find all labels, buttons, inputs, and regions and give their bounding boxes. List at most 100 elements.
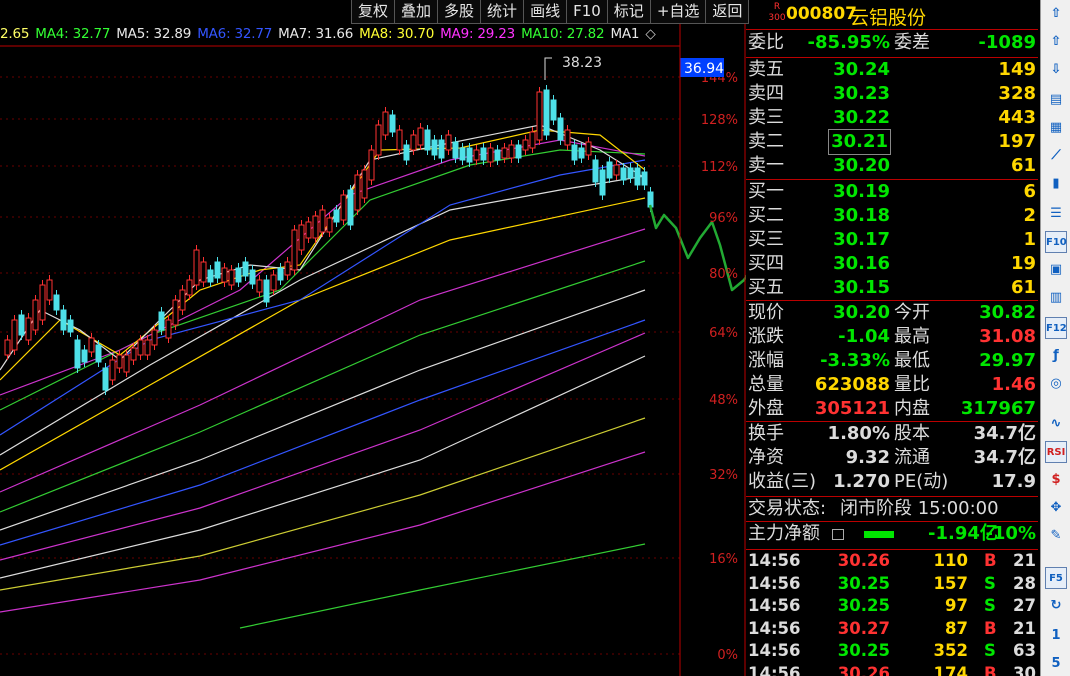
side-tool-RSI-icon[interactable]: RSI	[1045, 441, 1067, 463]
high-label: 38.23	[562, 55, 602, 71]
candle-body	[165, 319, 172, 339]
candle-body	[396, 129, 403, 151]
side-tool-fx-icon[interactable]: ƒ	[1045, 345, 1067, 367]
fund-value: 17.9	[991, 471, 1036, 492]
stock-code[interactable]: 000807	[786, 4, 857, 24]
candle-body	[417, 127, 424, 146]
tick-row: 14:56 30.25 157 S 28	[746, 573, 1038, 596]
toolbar-button-1[interactable]: 叠加	[394, 0, 438, 24]
toolbar-button-7[interactable]: +自选	[649, 0, 706, 24]
side-tool-up-outline-icon[interactable]: ⇧	[1045, 31, 1067, 53]
quote-label: 今开	[894, 302, 930, 323]
tick-count: 21	[1013, 618, 1036, 638]
ma-settings-icon[interactable]: ◇	[645, 26, 655, 42]
side-tool-move-icon[interactable]: ✥	[1045, 497, 1067, 519]
side-tool-refresh-icon[interactable]: ◎	[1045, 373, 1067, 395]
quote-label: 涨跌	[748, 326, 784, 347]
list-icon[interactable]	[832, 529, 844, 540]
side-tool-calendar-icon[interactable]: ▥	[1045, 287, 1067, 309]
toolbar-button-8[interactable]: 返回	[705, 0, 750, 24]
candle-body	[67, 319, 74, 333]
kline-chart[interactable]: 144%128%112%96%80%64%48%32%16%0% 36.94 3…	[0, 0, 746, 676]
quote-label: 现价	[748, 302, 784, 323]
side-tool-F5-icon[interactable]: F5	[1045, 567, 1067, 589]
mainflow-bar	[864, 531, 894, 538]
candle-body	[102, 367, 109, 391]
fund-label: 净资	[748, 447, 784, 468]
axis-label: 0%	[717, 648, 738, 663]
toolbar-button-2[interactable]: 多股	[437, 0, 481, 24]
side-tool-grid-icon[interactable]: ▦	[1045, 117, 1067, 139]
side-tool-line-chart-icon[interactable]: ⟋	[1045, 145, 1067, 167]
fund-label: 股本	[894, 423, 930, 444]
candle-body	[326, 217, 333, 233]
ask-volume: 443	[998, 107, 1036, 128]
ask-row: 卖五 30.24 149	[746, 58, 1038, 82]
bid-volume: 1	[1023, 229, 1036, 250]
candle-body	[529, 131, 536, 149]
ma-line	[239, 543, 646, 629]
candle-body	[39, 284, 46, 321]
tick-side: S	[984, 573, 996, 593]
bid-volume: 6	[1023, 181, 1036, 202]
side-tool-sync-icon[interactable]: ↻	[1045, 595, 1067, 617]
ma-legend: 2.65 MA4: 32.77 MA5: 32.89 MA6: 32.77 MA7: 3…	[0, 26, 662, 46]
side-tool-wave-icon[interactable]: ∿	[1045, 413, 1067, 435]
candle-body	[277, 267, 284, 281]
bid-label: 买一	[748, 181, 784, 202]
candle-body	[361, 169, 368, 199]
axis-label: 112%	[701, 160, 738, 175]
side-tool-up-arrow-icon[interactable]: ⇧	[1045, 3, 1067, 25]
candle-body	[536, 91, 543, 141]
candle-body	[291, 229, 298, 271]
ma-line	[0, 197, 646, 471]
candle-body	[25, 317, 32, 341]
tick-time: 14:56	[748, 663, 801, 676]
quote-label: 涨幅	[748, 350, 784, 371]
status-row: 交易状态: 闭市阶段 15:00:00	[748, 498, 999, 519]
ask-label: 卖二	[748, 131, 784, 152]
side-tool-news-icon[interactable]: ▣	[1045, 259, 1067, 281]
side-tool-F12-icon[interactable]: F12	[1045, 317, 1067, 339]
stock-header: R 300 000807 云铝股份	[746, 0, 1038, 30]
stock-name[interactable]: 云铝股份	[850, 3, 926, 30]
side-tool-pencil-icon[interactable]: ✎	[1045, 525, 1067, 547]
toolbar-button-0[interactable]: 复权	[351, 0, 395, 24]
side-tool-list-icon[interactable]: ☰	[1045, 203, 1067, 225]
candle-body	[634, 167, 641, 186]
toolbar-button-3[interactable]: 统计	[480, 0, 524, 24]
side-tool-1-icon[interactable]: 1	[1045, 625, 1067, 647]
candle-body	[144, 339, 151, 356]
candle-body	[613, 164, 620, 176]
side-tool-5-icon[interactable]: 5	[1045, 653, 1067, 675]
tick-time: 14:56	[748, 596, 801, 615]
tick-time: 14:56	[748, 641, 801, 660]
quote-label: 量比	[894, 374, 930, 395]
fund-value: 1.80%	[827, 423, 890, 444]
ma-line	[0, 159, 646, 436]
quote-value: -3.33%	[820, 350, 890, 371]
bid-volume: 61	[1010, 277, 1036, 298]
candle-body	[410, 134, 417, 151]
candle-body	[235, 267, 242, 283]
candle-body	[60, 309, 67, 331]
toolbar-button-5[interactable]: F10	[566, 0, 607, 24]
side-tool-candle-chart-icon[interactable]: ▮	[1045, 173, 1067, 195]
tick-count: 63	[1013, 641, 1036, 660]
side-tool-dollar-icon[interactable]: $	[1045, 469, 1067, 491]
r300-badge: R 300	[768, 2, 786, 23]
tick-price: 30.25	[837, 596, 890, 615]
side-tool-down-outline-icon[interactable]: ⇩	[1045, 59, 1067, 81]
tick-row: 14:56 30.25 97 S 27	[746, 595, 1038, 618]
ask-label: 卖四	[748, 83, 784, 104]
toolbar-button-6[interactable]: 标记	[606, 0, 650, 24]
fund-label: 换手	[748, 423, 784, 444]
quote-value: 31.08	[979, 326, 1036, 347]
candle-body	[452, 141, 459, 159]
side-tool-F10-icon[interactable]: F10	[1045, 231, 1067, 253]
side-tool-book-icon[interactable]: ▤	[1045, 89, 1067, 111]
toolbar-button-4[interactable]: 画线	[523, 0, 567, 24]
candle-body	[46, 279, 53, 301]
tick-list[interactable]: 14:56 30.26 110 B 21 14:56 30.25 157 S 28 14:56 30.…	[746, 549, 1038, 676]
tick-side: S	[984, 641, 996, 660]
